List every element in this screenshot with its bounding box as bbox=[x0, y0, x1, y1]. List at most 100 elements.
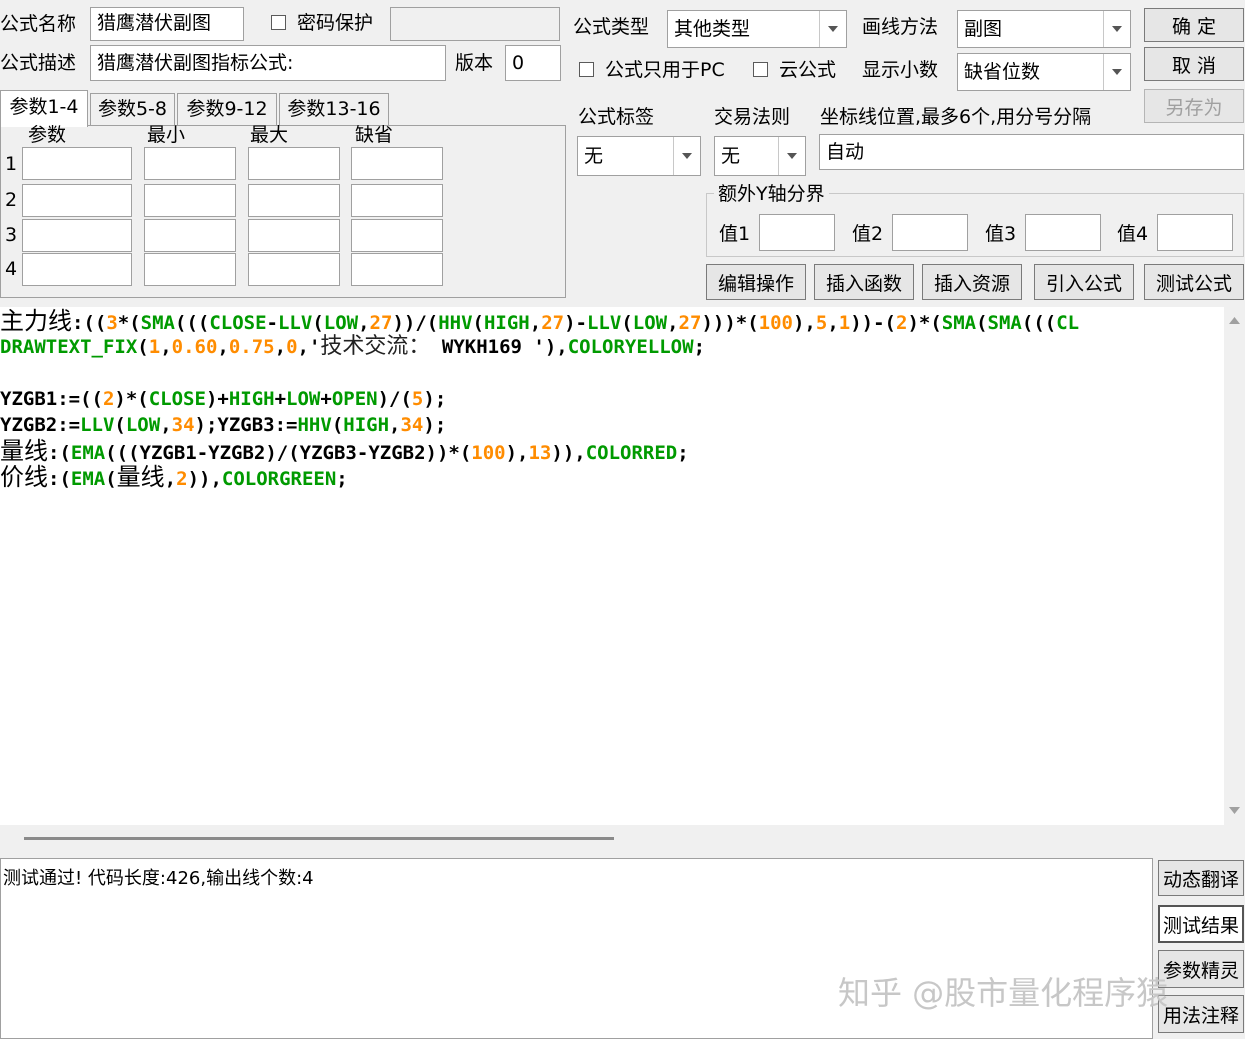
y-value-3-input[interactable] bbox=[1025, 214, 1101, 251]
param-max-input[interactable] bbox=[248, 219, 340, 252]
code-token: LLV bbox=[586, 312, 622, 334]
code-token: , bbox=[667, 312, 679, 334]
code-line: DRAWTEXT_FIX(1,0.60,0.75,0,'技术交流： WYKH16… bbox=[0, 334, 705, 360]
param-row-number: 3 bbox=[5, 224, 18, 246]
formula-type-select[interactable]: 其他类型 bbox=[667, 10, 847, 48]
horizontal-scrollbar[interactable] bbox=[0, 825, 1245, 853]
password-checkbox[interactable] bbox=[271, 15, 286, 30]
param-name-input[interactable] bbox=[22, 184, 132, 217]
code-token: LLV bbox=[277, 312, 313, 334]
code-token: )*( bbox=[907, 312, 942, 334]
param-row-number: 1 bbox=[5, 153, 18, 175]
code-token: 34 bbox=[171, 414, 195, 436]
param-name-input[interactable] bbox=[22, 219, 132, 252]
formula-name-input[interactable]: 猎鹰潜伏副图 bbox=[90, 7, 244, 41]
code-token: 2 bbox=[102, 388, 115, 410]
horizontal-scroll-thumb[interactable] bbox=[24, 837, 614, 840]
cancel-button[interactable]: 取 消 bbox=[1144, 47, 1244, 81]
formula-desc-input[interactable]: 猎鹰潜伏副图指标公式: bbox=[90, 45, 446, 81]
param-max-input[interactable] bbox=[248, 147, 340, 180]
chevron-down-icon[interactable] bbox=[1103, 54, 1130, 90]
chevron-down-icon[interactable] bbox=[819, 11, 846, 47]
code-token: )), bbox=[551, 442, 586, 464]
import-formula-button[interactable]: 引入公式 bbox=[1034, 264, 1134, 300]
y-value-2-input[interactable] bbox=[892, 214, 968, 251]
insert-function-button[interactable]: 插入函数 bbox=[814, 264, 914, 300]
status-text: 测试通过! 代码长度:426,输出线个数:4 bbox=[3, 868, 314, 889]
code-token: LOW bbox=[286, 388, 321, 410]
code-line: YZGB1:=((2)*(CLOSE)+HIGH+LOW+OPEN)/(5); bbox=[0, 386, 446, 412]
code-token: 5 bbox=[815, 312, 828, 334]
code-token: ( bbox=[137, 336, 149, 358]
code-token: ,' bbox=[297, 336, 321, 358]
param-min-input[interactable] bbox=[144, 253, 236, 286]
code-token: ; bbox=[677, 442, 689, 464]
version-input[interactable]: 0 bbox=[505, 45, 561, 81]
code-token: ((( bbox=[175, 312, 210, 334]
code-token: COLORYELLOW bbox=[567, 336, 694, 358]
pc-only-checkbox[interactable] bbox=[579, 62, 594, 77]
code-token: LLV bbox=[80, 414, 115, 436]
code-token: *( bbox=[117, 312, 141, 334]
tab-params-9-12[interactable]: 参数9-12 bbox=[177, 93, 277, 125]
edit-ops-button[interactable]: 编辑操作 bbox=[706, 264, 806, 300]
password-input[interactable] bbox=[390, 7, 560, 41]
scroll-up-icon bbox=[1229, 317, 1240, 324]
trade-rule-select[interactable]: 无 bbox=[714, 136, 806, 176]
col-header-param: 参数 bbox=[28, 124, 67, 146]
code-token: )))*( bbox=[701, 312, 759, 334]
y-value-1-input[interactable] bbox=[759, 214, 835, 251]
usage-notes-button[interactable]: 用法注释 bbox=[1158, 995, 1244, 1033]
code-token: EMA bbox=[70, 468, 106, 490]
chevron-down-icon[interactable] bbox=[673, 137, 700, 175]
code-token: 量线 bbox=[0, 437, 48, 465]
code-line: 主力线:((3*(SMA(((CLOSE-LLV(LOW,27))/(HHV(H… bbox=[0, 308, 1079, 336]
param-min-input[interactable] bbox=[144, 147, 236, 180]
param-default-input[interactable] bbox=[351, 219, 443, 252]
pc-only-label: 公式只用于PC bbox=[605, 59, 725, 81]
y-value-1-label: 值1 bbox=[719, 223, 751, 245]
vertical-scrollbar[interactable] bbox=[1224, 307, 1245, 825]
param-min-input[interactable] bbox=[144, 219, 236, 252]
code-token: , bbox=[164, 468, 177, 490]
decimal-select[interactable]: 缺省位数 bbox=[957, 53, 1131, 91]
param-name-input[interactable] bbox=[22, 147, 132, 180]
code-token: 0.60 bbox=[171, 336, 218, 358]
code-token: ( bbox=[621, 312, 633, 334]
param-default-input[interactable] bbox=[351, 147, 443, 180]
test-formula-button[interactable]: 测试公式 bbox=[1144, 264, 1244, 300]
y-value-4-input[interactable] bbox=[1157, 214, 1233, 251]
code-token: 27 bbox=[541, 312, 565, 334]
param-max-input[interactable] bbox=[248, 184, 340, 217]
test-result-button[interactable]: 测试结果 bbox=[1158, 905, 1244, 943]
param-default-input[interactable] bbox=[351, 253, 443, 286]
password-label: 密码保护 bbox=[297, 12, 374, 34]
code-token: ); bbox=[423, 414, 447, 436]
param-name-input[interactable] bbox=[22, 253, 132, 286]
code-token: HIGH bbox=[228, 388, 275, 410]
dynamic-translate-button[interactable]: 动态翻译 bbox=[1158, 860, 1244, 896]
save-as-button[interactable]: 另存为 bbox=[1144, 89, 1244, 123]
code-token: YZGB1:=(( bbox=[0, 388, 103, 410]
param-max-input[interactable] bbox=[248, 253, 340, 286]
chevron-down-icon[interactable] bbox=[1103, 11, 1130, 47]
y-value-2-label: 值2 bbox=[852, 223, 884, 245]
param-min-input[interactable] bbox=[144, 184, 236, 217]
code-token: ( bbox=[114, 414, 126, 436]
ok-button[interactable]: 确 定 bbox=[1144, 8, 1244, 42]
code-token: DRAWTEXT_FIX bbox=[0, 336, 138, 358]
cloud-checkbox[interactable] bbox=[753, 62, 768, 77]
code-token: ), bbox=[792, 312, 816, 334]
param-row-number: 4 bbox=[5, 258, 18, 280]
draw-method-select[interactable]: 副图 bbox=[957, 10, 1131, 48]
tab-params-1-4[interactable]: 参数1-4 bbox=[0, 90, 88, 127]
tab-params-5-8[interactable]: 参数5-8 bbox=[90, 93, 175, 125]
formula-tag-select[interactable]: 无 bbox=[577, 136, 701, 176]
param-wizard-button[interactable]: 参数精灵 bbox=[1158, 950, 1244, 988]
axis-position-input[interactable]: 自动 bbox=[819, 134, 1244, 170]
param-default-input[interactable] bbox=[351, 184, 443, 217]
insert-resource-button[interactable]: 插入资源 bbox=[922, 264, 1022, 300]
chevron-down-icon[interactable] bbox=[778, 137, 805, 175]
tab-params-13-16[interactable]: 参数13-16 bbox=[279, 93, 389, 125]
code-editor[interactable]: 主力线:((3*(SMA(((CLOSE-LLV(LOW,27))/(HHV(H… bbox=[0, 307, 1224, 825]
